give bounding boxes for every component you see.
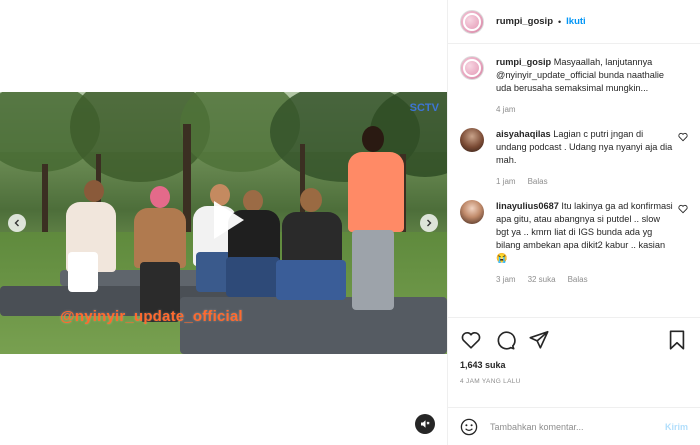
comment-icon[interactable]	[494, 329, 516, 351]
media-area: SCTV @nyinyir_update_official	[0, 0, 447, 445]
list-item: linayulius0687 Itu lakinya ga ad konfirm…	[460, 200, 688, 286]
video-person	[348, 152, 404, 232]
caption-time[interactable]: 4 jam	[496, 103, 516, 116]
video-person	[134, 208, 186, 268]
heart-icon[interactable]	[460, 329, 482, 351]
post-timestamp[interactable]: 4 JAM YANG LALU	[460, 378, 688, 385]
video-person-head	[84, 180, 104, 202]
header-separator: •	[558, 16, 562, 27]
instagram-post-modal: SCTV @nyinyir_update_official rumpi_gosi…	[0, 0, 700, 445]
play-icon[interactable]	[204, 197, 250, 243]
reply-button[interactable]: Balas	[568, 273, 588, 286]
reply-button[interactable]: Balas	[528, 175, 548, 188]
bookmark-icon[interactable]	[666, 329, 688, 351]
speaker-muted-icon[interactable]	[415, 414, 435, 434]
avatar[interactable]	[460, 200, 484, 224]
post-actions: 1,643 suka 4 JAM YANG LALU	[448, 317, 700, 407]
video-person-head	[300, 188, 322, 212]
avatar[interactable]	[460, 56, 484, 80]
video-player[interactable]: SCTV @nyinyir_update_official	[0, 92, 447, 354]
send-comment-button[interactable]: Kirim	[665, 422, 688, 432]
channel-watermark: SCTV	[409, 102, 439, 114]
avatar[interactable]	[460, 128, 484, 152]
video-bench	[180, 297, 447, 354]
chevron-left-icon[interactable]	[8, 214, 26, 232]
video-person-head	[362, 126, 384, 152]
comment-input[interactable]: Tambahkan komentar...	[490, 422, 665, 432]
video-watermark: @nyinyir_update_official	[60, 308, 243, 325]
likes-count[interactable]: 1,643 suka	[460, 360, 688, 370]
video-person	[68, 252, 98, 292]
comment-likes[interactable]: 32 suka	[528, 273, 556, 286]
comments-list[interactable]: rumpi_gosip Masyaallah, lanjutannya @nyi…	[448, 44, 700, 317]
smiley-icon[interactable]	[460, 418, 478, 436]
caption-item: rumpi_gosip Masyaallah, lanjutannya @nyi…	[460, 56, 688, 116]
comment-username[interactable]: aisyahaqilas	[496, 129, 551, 139]
send-icon[interactable]	[528, 329, 550, 351]
add-comment-bar: Tambahkan komentar... Kirim	[448, 407, 700, 445]
follow-button[interactable]: Ikuti	[566, 16, 586, 27]
header-username[interactable]: rumpi_gosip	[496, 16, 553, 27]
chevron-right-icon[interactable]	[420, 214, 438, 232]
comment-time[interactable]: 1 jam	[496, 175, 516, 188]
video-person	[276, 260, 346, 300]
heart-icon[interactable]	[678, 204, 688, 214]
video-person	[226, 257, 280, 297]
avatar[interactable]	[460, 9, 484, 34]
video-person-head	[150, 186, 170, 208]
caption-username[interactable]: rumpi_gosip	[496, 57, 551, 67]
video-person	[352, 230, 394, 310]
post-details-panel: rumpi_gosip • Ikuti rumpi_gosip Masyaall…	[447, 0, 700, 445]
heart-icon[interactable]	[678, 132, 688, 142]
list-item: aisyahaqilas Lagian c putri jngan di und…	[460, 128, 688, 188]
comment-username[interactable]: linayulius0687	[496, 201, 559, 211]
comment-time[interactable]: 3 jam	[496, 273, 516, 286]
post-header: rumpi_gosip • Ikuti	[448, 0, 700, 44]
